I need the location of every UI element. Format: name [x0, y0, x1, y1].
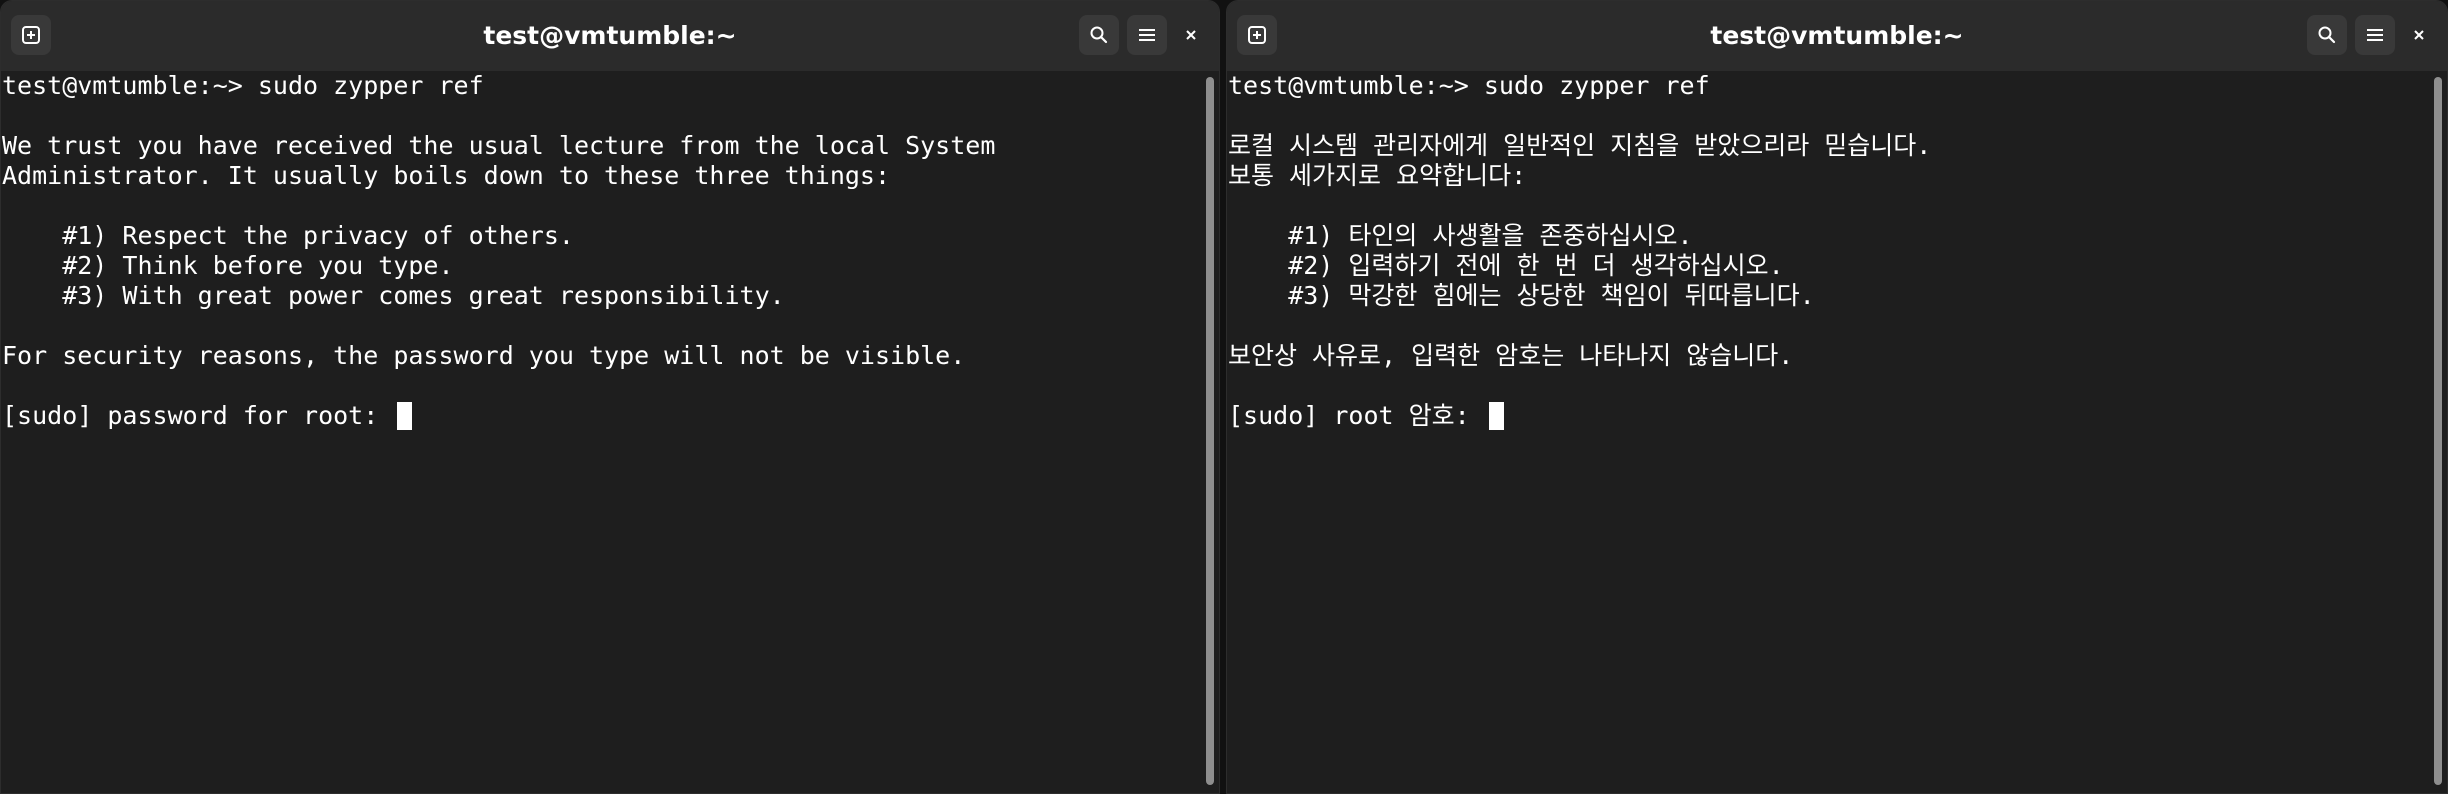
- terminal-line: 로컬 시스템 관리자에게 일반적인 지침을 받았으리라 믿습니다.: [1228, 131, 1932, 160]
- password-prompt: [sudo] password for root:: [2, 401, 394, 430]
- close-button[interactable]: [1171, 15, 1211, 55]
- search-button[interactable]: [2307, 15, 2347, 55]
- terminal-window-english[interactable]: test@vmtumble:~ test@vmtumble:~> sudo zy…: [0, 0, 1220, 794]
- terminal-line: Administrator. It usually boils down to …: [2, 161, 891, 190]
- terminal-line: #1) Respect the privacy of others.: [2, 221, 574, 250]
- password-prompt-line[interactable]: [sudo] root 암호:: [1228, 401, 2429, 431]
- terminal-line: We trust you have received the usual lec…: [2, 131, 996, 160]
- scrollbar-thumb[interactable]: [2434, 77, 2442, 785]
- headerbar[interactable]: test@vmtumble:~: [1, 1, 1219, 72]
- terminal-line: #1) 타인의 사생활을 존중하십시오.: [1228, 221, 1693, 250]
- search-button[interactable]: [1079, 15, 1119, 55]
- scrollbar[interactable]: [1201, 71, 1219, 793]
- search-icon: [2318, 26, 2336, 44]
- terminal-line: test@vmtumble:~> sudo zypper ref: [2, 71, 484, 100]
- close-icon: [1186, 30, 1196, 40]
- password-prompt: [sudo] root 암호:: [1228, 401, 1485, 430]
- hamburger-menu-icon: [2367, 29, 2383, 41]
- new-tab-button[interactable]: [11, 15, 51, 55]
- new-tab-icon: [22, 26, 40, 44]
- password-prompt-line[interactable]: [sudo] password for root:: [2, 401, 1201, 431]
- terminal-line: test@vmtumble:~> sudo zypper ref: [1228, 71, 1710, 100]
- hamburger-menu-icon: [1139, 29, 1155, 41]
- terminal-line: #3) 막강한 힘에는 상당한 책임이 뒤따릅니다.: [1228, 281, 1815, 310]
- scrollbar[interactable]: [2429, 71, 2447, 793]
- window-title: test@vmtumble:~: [483, 21, 737, 50]
- terminal-line: 보통 세가지로 요약합니다:: [1228, 161, 1527, 190]
- terminal-output[interactable]: test@vmtumble:~> sudo zypper ref We trus…: [1, 71, 1201, 793]
- window-title: test@vmtumble:~: [1710, 21, 1964, 50]
- new-tab-icon: [1248, 26, 1266, 44]
- scrollbar-thumb[interactable]: [1206, 77, 1214, 785]
- terminal-line: #2) Think before you type.: [2, 251, 454, 280]
- desktop: test@vmtumble:~ test@vmtumble:~> sudo zy…: [0, 0, 2448, 794]
- menu-button[interactable]: [1127, 15, 1167, 55]
- terminal-line: #3) With great power comes great respons…: [2, 281, 785, 310]
- terminal-line: 보안상 사유로, 입력한 암호는 나타나지 않습니다.: [1228, 341, 1794, 370]
- terminal-cursor: [1488, 402, 1504, 430]
- close-icon: [2414, 30, 2424, 40]
- terminal-line: #2) 입력하기 전에 한 번 더 생각하십시오.: [1228, 251, 1784, 280]
- terminal-window-korean[interactable]: test@vmtumble:~ test@vmtumble:~> sudo zy…: [1226, 0, 2448, 794]
- headerbar[interactable]: test@vmtumble:~: [1227, 1, 2447, 72]
- terminal-output[interactable]: test@vmtumble:~> sudo zypper ref 로컬 시스템 …: [1227, 71, 2429, 793]
- menu-button[interactable]: [2355, 15, 2395, 55]
- terminal-line: For security reasons, the password you t…: [2, 341, 966, 370]
- close-button[interactable]: [2399, 15, 2439, 55]
- new-tab-button[interactable]: [1237, 15, 1277, 55]
- terminal-cursor: [397, 402, 413, 430]
- search-icon: [1090, 26, 1108, 44]
